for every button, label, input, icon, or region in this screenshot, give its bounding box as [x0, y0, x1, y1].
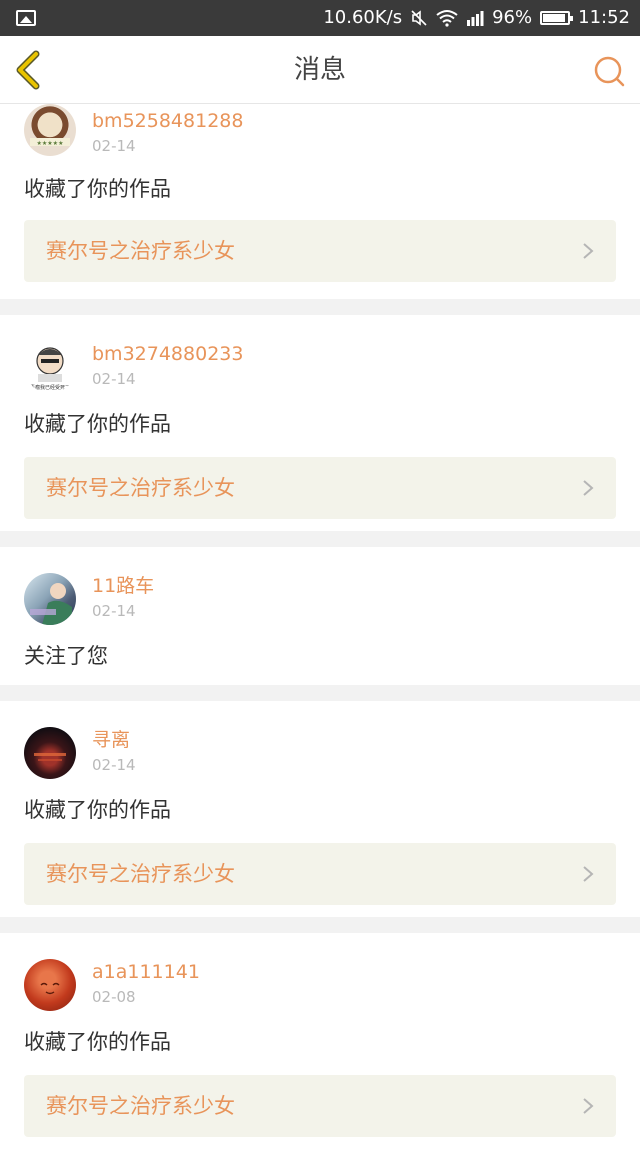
separator [0, 917, 640, 933]
work-title: 赛尔号之治疗系少女 [46, 476, 235, 500]
separator [0, 531, 640, 547]
message-action: 收藏了你的作品 [24, 177, 171, 201]
status-bar-right: 10.60K/s 96% 11:52 [323, 7, 630, 29]
work-link[interactable]: 赛尔号之治疗系少女 [24, 843, 616, 905]
status-bar: 10.60K/s 96% 11:52 [0, 0, 640, 36]
message-user-row: ★★★★★ bm5258481288 02-14 [24, 104, 616, 168]
username[interactable]: bm3274880233 [92, 341, 243, 367]
signal-icon [467, 11, 484, 26]
network-speed: 10.60K/s [323, 7, 403, 28]
avatar[interactable]: 毒瘤我已经受死了 [24, 341, 76, 393]
battery-icon [540, 11, 574, 25]
svg-text:毒瘤我已经受死了: 毒瘤我已经受死了 [30, 384, 70, 391]
message-card: a1a111141 02-08 收藏了你的作品 赛尔号之治疗系少女 [0, 933, 640, 1153]
username[interactable]: 寻离 [92, 727, 130, 753]
page-title: 消息 [293, 55, 346, 85]
avatar[interactable] [24, 727, 76, 779]
avatar[interactable] [24, 959, 76, 1011]
work-title: 赛尔号之治疗系少女 [46, 862, 235, 886]
avatar[interactable]: ★★★★★ [24, 104, 76, 156]
work-link[interactable]: 赛尔号之治疗系少女 [24, 220, 616, 282]
message-date: 02-14 [92, 137, 136, 155]
search-icon[interactable] [592, 54, 626, 88]
work-link[interactable]: 赛尔号之治疗系少女 [24, 457, 616, 519]
username[interactable]: bm5258481288 [92, 108, 243, 134]
separator [0, 685, 640, 701]
chevron-right-icon [583, 243, 594, 259]
message-user-row: 毒瘤我已经受死了 bm3274880233 02-14 [24, 337, 616, 401]
separator [0, 299, 640, 315]
chevron-right-icon [583, 480, 594, 496]
message-date: 02-14 [92, 370, 136, 388]
message-user-row: 11路车 02-14 [24, 569, 616, 633]
mute-icon [411, 10, 427, 26]
message-user-row: 寻离 02-14 [24, 723, 616, 787]
username[interactable]: 11路车 [92, 573, 154, 599]
work-title: 赛尔号之治疗系少女 [46, 239, 235, 263]
chevron-right-icon [583, 1098, 594, 1114]
message-date: 02-14 [92, 602, 136, 620]
avatar[interactable] [24, 573, 76, 625]
message-date: 02-08 [92, 988, 136, 1006]
message-user-row: a1a111141 02-08 [24, 955, 616, 1019]
app-header: 消息 [0, 36, 640, 104]
message-date: 02-14 [92, 756, 136, 774]
message-card: 寻离 02-14 收藏了你的作品 赛尔号之治疗系少女 [0, 701, 640, 917]
message-card: 毒瘤我已经受死了 bm3274880233 02-14 收藏了你的作品 赛尔号之… [0, 315, 640, 531]
message-action: 收藏了你的作品 [24, 798, 171, 822]
work-link[interactable]: 赛尔号之治疗系少女 [24, 1075, 616, 1137]
message-action: 收藏了你的作品 [24, 412, 171, 436]
message-action: 收藏了你的作品 [24, 1030, 171, 1054]
username[interactable]: a1a111141 [92, 959, 200, 985]
message-card: ★★★★★ bm5258481288 02-14 收藏了你的作品 赛尔号之治疗系… [0, 104, 640, 299]
wifi-icon [436, 10, 458, 27]
work-title: 赛尔号之治疗系少女 [46, 1094, 235, 1118]
message-action: 关注了您 [24, 644, 108, 668]
gallery-icon [16, 10, 36, 26]
svg-text:★★★★★: ★★★★★ [37, 140, 64, 147]
message-card: 11路车 02-14 关注了您 [0, 547, 640, 685]
message-list: ★★★★★ bm5258481288 02-14 收藏了你的作品 赛尔号之治疗系… [0, 104, 640, 1153]
battery-percent: 96% [492, 7, 533, 28]
clock: 11:52 [578, 7, 630, 28]
chevron-right-icon [583, 866, 594, 882]
